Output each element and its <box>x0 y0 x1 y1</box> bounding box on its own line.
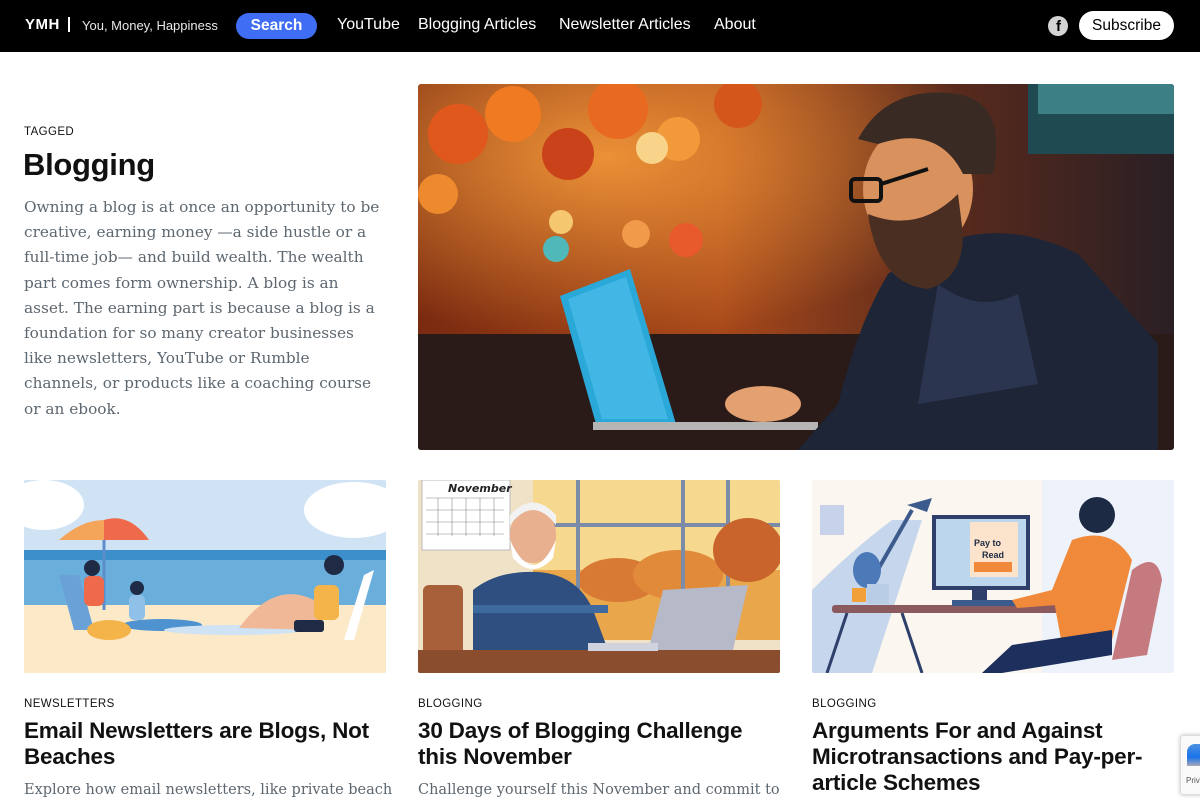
nav-link-newsletter-articles[interactable]: Newsletter Articles <box>559 16 691 34</box>
logo-divider <box>67 17 70 32</box>
tagged-label: TAGGED <box>24 126 75 138</box>
post-image-november[interactable]: November <box>418 480 780 673</box>
post-category[interactable]: NEWSLETTERS <box>24 698 115 710</box>
post-title[interactable]: Arguments For and Against Microtransacti… <box>812 718 1174 796</box>
post-excerpt: Explore how email newsletters, like priv… <box>24 782 393 798</box>
nav-link-about[interactable]: About <box>714 16 756 34</box>
subscribe-button[interactable]: Subscribe <box>1079 11 1174 40</box>
site-tagline: You, Money, Happiness <box>82 18 218 33</box>
facebook-icon[interactable]: f <box>1048 16 1068 36</box>
post-image-beach[interactable] <box>24 480 386 673</box>
post-title[interactable]: 30 Days of Blogging Challenge this Novem… <box>418 718 780 770</box>
post-image-pay-to-read[interactable]: Pay to Read <box>812 480 1174 673</box>
post-category[interactable]: BLOGGING <box>812 698 877 710</box>
screen-text-pay: Pay to <box>974 538 1002 548</box>
beach-illustration <box>24 480 386 673</box>
search-button[interactable]: Search <box>236 13 317 39</box>
hero-illustration <box>418 84 1174 450</box>
recaptcha-icon <box>1187 744 1200 766</box>
hero-image[interactable] <box>418 84 1174 450</box>
screen-text-read: Read <box>982 550 1004 560</box>
recaptcha-badge[interactable]: Privacy <box>1180 735 1200 795</box>
november-illustration: November <box>418 480 780 673</box>
post-category[interactable]: BLOGGING <box>418 698 483 710</box>
site-logo[interactable]: YMH <box>25 16 80 33</box>
post-excerpt: Challenge yourself this November and com… <box>418 782 780 798</box>
tag-title: Blogging <box>23 147 155 182</box>
logo-text: YMH <box>25 16 60 33</box>
top-nav: YMH You, Money, Happiness Search YouTube… <box>0 0 1200 52</box>
pay-to-read-illustration: Pay to Read <box>812 480 1174 673</box>
post-title[interactable]: Email Newsletters are Blogs, Not Beaches <box>24 718 386 770</box>
calendar-label: November <box>448 482 512 495</box>
nav-link-youtube[interactable]: YouTube <box>337 16 400 34</box>
nav-link-blogging-articles[interactable]: Blogging Articles <box>418 16 536 34</box>
tag-description: Owning a blog is at once an opportunity … <box>24 198 380 418</box>
recaptcha-privacy-link[interactable]: Privacy <box>1186 776 1200 785</box>
